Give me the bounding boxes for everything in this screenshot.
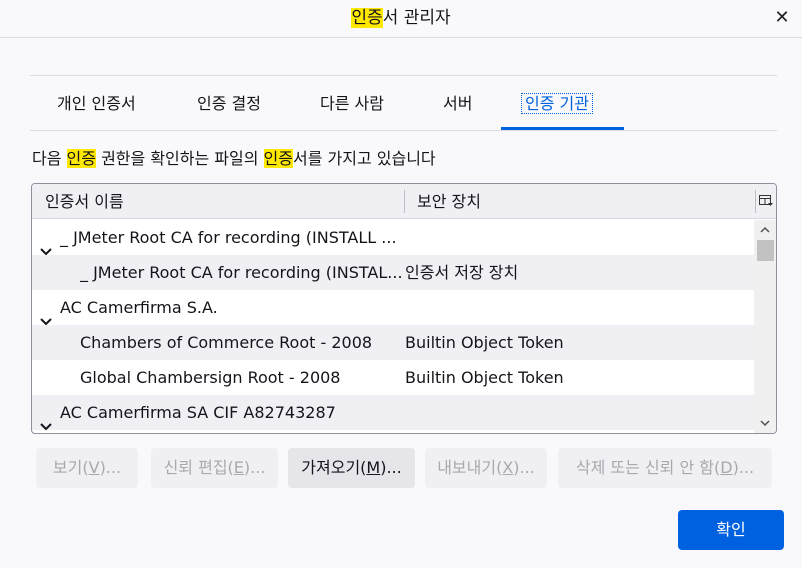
tree-header: 인증서 이름 보안 장치 [32, 184, 776, 219]
title-text: 서 관리자 [382, 8, 451, 28]
column-header-device[interactable]: 보안 장치 [417, 191, 481, 213]
tabs-top-divider [30, 75, 777, 76]
import-button[interactable]: 가져오기(M)... [288, 448, 415, 488]
desc-text-3: 서를 가지고 있습니다 [292, 149, 436, 168]
tree-row-name: AC Camerfirma S.A. [60, 298, 218, 317]
title-highlight: 인증 [351, 8, 383, 28]
export-button-accesskey: X [502, 458, 514, 477]
ok-button[interactable]: 확인 [678, 510, 784, 550]
import-button-suffix: )... [380, 458, 402, 477]
tree-row-group[interactable]: AC Camerfirma S.A. [32, 290, 754, 326]
authorities-description: 다음 인증 권한을 확인하는 파일의 인증서를 가지고 있습니다 [32, 148, 436, 170]
view-button-label: 보기( [52, 458, 89, 477]
certificate-tree[interactable]: 인증서 이름 보안 장치 _ JMeter Root CA for record… [31, 183, 777, 434]
close-icon[interactable]: ✕ [772, 8, 792, 28]
tab-authorities[interactable]: 인증 기관 [521, 92, 593, 118]
tree-row-group[interactable]: _ JMeter Root CA for recording (INSTALL … [32, 220, 754, 256]
desc-highlight-1: 인증 [66, 149, 96, 168]
tree-row-name: _ JMeter Root CA for recording (INSTALL … [60, 228, 397, 247]
tree-row-name: Chambers of Commerce Root - 2008 [80, 333, 373, 352]
export-button-label: 내보내기( [437, 458, 503, 477]
tab-authentication-decisions[interactable]: 인증 결정 [197, 92, 261, 118]
view-button-accesskey: V [88, 458, 100, 477]
scroll-down-icon[interactable] [754, 415, 776, 433]
import-button-label: 가져오기( [301, 458, 367, 477]
edit-trust-button-label: 신뢰 편집( [163, 458, 234, 477]
tree-row-name: AC Camerfirma SA CIF A82743287 [60, 403, 336, 422]
desc-text-2: 권한을 확인하는 파일의 [95, 149, 264, 168]
desc-highlight-2: 인증 [263, 149, 293, 168]
title-bar: 인증서 관리자 ✕ [0, 0, 802, 38]
tree-row-device: Builtin Object Token [405, 368, 564, 387]
tree-row-group[interactable]: AC Camerfirma SA CIF A82743287 [32, 395, 754, 431]
tree-row-device: 인증서 저장 장치 [405, 263, 519, 282]
edit-trust-button[interactable]: 신뢰 편집(E)... [151, 448, 278, 488]
chevron-down-icon[interactable] [40, 408, 52, 431]
window-title: 인증서 관리자 [0, 7, 802, 29]
delete-button-label: 삭제 또는 신뢰 안 함( [575, 458, 721, 477]
certificate-manager-dialog: 인증서 관리자 ✕ 개인 인증서 인증 결정 다른 사람 서버 인증 기관 다음… [0, 0, 802, 568]
chevron-down-icon[interactable] [40, 303, 52, 326]
delete-button-suffix: )... [732, 458, 755, 477]
tabs-bottom-divider [30, 130, 777, 131]
column-separator[interactable] [755, 190, 756, 213]
tree-row-name: Global Chambersign Root - 2008 [80, 368, 341, 387]
export-button[interactable]: 내보내기(X)... [425, 448, 547, 488]
view-button-suffix: )... [99, 458, 122, 477]
tree-row[interactable]: Chambers of Commerce Root - 2008 Builtin… [32, 325, 754, 360]
tree-row-name: _ JMeter Root CA for recording (INSTAL..… [80, 263, 402, 282]
scroll-up-icon[interactable] [754, 220, 776, 238]
desc-text-1: 다음 [32, 149, 67, 168]
scroll-thumb[interactable] [757, 240, 774, 261]
column-picker-icon[interactable] [758, 192, 774, 210]
tab-authorities-label: 인증 기관 [521, 93, 593, 114]
delete-button-accesskey: D [720, 458, 733, 477]
chevron-down-icon[interactable] [40, 233, 52, 256]
delete-or-distrust-button[interactable]: 삭제 또는 신뢰 안 함(D)... [558, 448, 772, 488]
tab-people[interactable]: 다른 사람 [320, 92, 384, 118]
tree-row-device: Builtin Object Token [405, 333, 564, 352]
edit-trust-button-accesskey: E [233, 458, 244, 477]
tab-servers[interactable]: 서버 [443, 92, 472, 118]
tree-row[interactable]: _ JMeter Root CA for recording (INSTAL..… [32, 255, 754, 290]
tree-rows: _ JMeter Root CA for recording (INSTALL … [32, 220, 754, 431]
view-button[interactable]: 보기(V)... [36, 448, 138, 488]
export-button-suffix: )... [513, 458, 535, 477]
tree-row[interactable]: Global Chambersign Root - 2008 Builtin O… [32, 360, 754, 395]
column-header-name[interactable]: 인증서 이름 [45, 191, 124, 213]
tab-personal-certificates[interactable]: 개인 인증서 [57, 92, 136, 118]
vertical-scrollbar[interactable] [754, 220, 776, 433]
edit-trust-button-suffix: )... [243, 458, 266, 477]
column-separator[interactable] [404, 190, 405, 213]
import-button-accesskey: M [366, 458, 381, 477]
